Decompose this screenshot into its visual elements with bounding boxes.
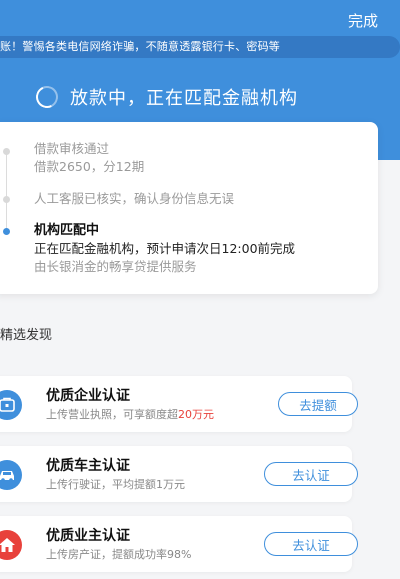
step-1-desc: 借款2650，分12期: [34, 159, 145, 174]
step-3-note: 由长银消金的畅享贷提供服务: [34, 259, 197, 274]
step-1-title: 借款审核通过: [34, 141, 110, 156]
house-icon: [0, 530, 22, 560]
step-3-desc: 正在匹配金融机构，预计申请次日12:00前完成: [34, 241, 296, 256]
verify-house-button[interactable]: 去认证: [264, 532, 358, 556]
timeline-line: [6, 150, 7, 232]
card-desc: 上传行驶证，平均提额1万元: [46, 478, 185, 491]
step-3-title: 机构匹配中: [34, 223, 100, 238]
loading-spinner-icon: [32, 82, 62, 112]
step-2-title: 人工客服已核实，确认身份信息无误: [34, 191, 235, 206]
card-title: 优质业主认证: [46, 528, 130, 544]
raise-limit-button[interactable]: 去提额: [278, 392, 358, 416]
timeline-dot-step-1: [3, 148, 10, 155]
amount-highlight: 20万元: [178, 408, 214, 421]
loan-status-row: 放款中，正在匹配金融机构: [32, 82, 298, 112]
enterprise-verify-card[interactable]: 优质企业认证 上传营业执照，可享额度超20万元 去提额: [0, 376, 358, 432]
progress-timeline-card: 借款审核通过 借款2650，分12期 人工客服已核实，确认身份信息无误 机构匹配…: [0, 122, 378, 294]
fraud-warning-marquee: 账！警惕各类电信网络诈骗，不随意透露银行卡、密码等: [0, 36, 400, 58]
card-desc: 上传营业执照，可享额度超20万元: [46, 408, 214, 421]
verify-car-button[interactable]: 去认证: [264, 462, 358, 486]
card-title: 优质车主认证: [46, 458, 130, 474]
timeline-dot-step-3: [3, 228, 10, 235]
timeline-dot-step-2: [3, 196, 10, 203]
car-icon: [0, 460, 22, 490]
status-title: 放款中，正在匹配金融机构: [70, 88, 298, 109]
card-desc: 上传房产证，提额成功率98%: [46, 548, 192, 561]
enterprise-icon: [0, 390, 22, 420]
card-title: 优质企业认证: [46, 388, 130, 404]
discover-section-title: 精选发现: [0, 328, 53, 343]
home-owner-verify-card[interactable]: 优质业主认证 上传房产证，提额成功率98% 去认证: [0, 516, 358, 572]
car-owner-verify-card[interactable]: 优质车主认证 上传行驶证，平均提额1万元 去认证: [0, 446, 358, 502]
done-button[interactable]: 完成: [348, 10, 378, 31]
